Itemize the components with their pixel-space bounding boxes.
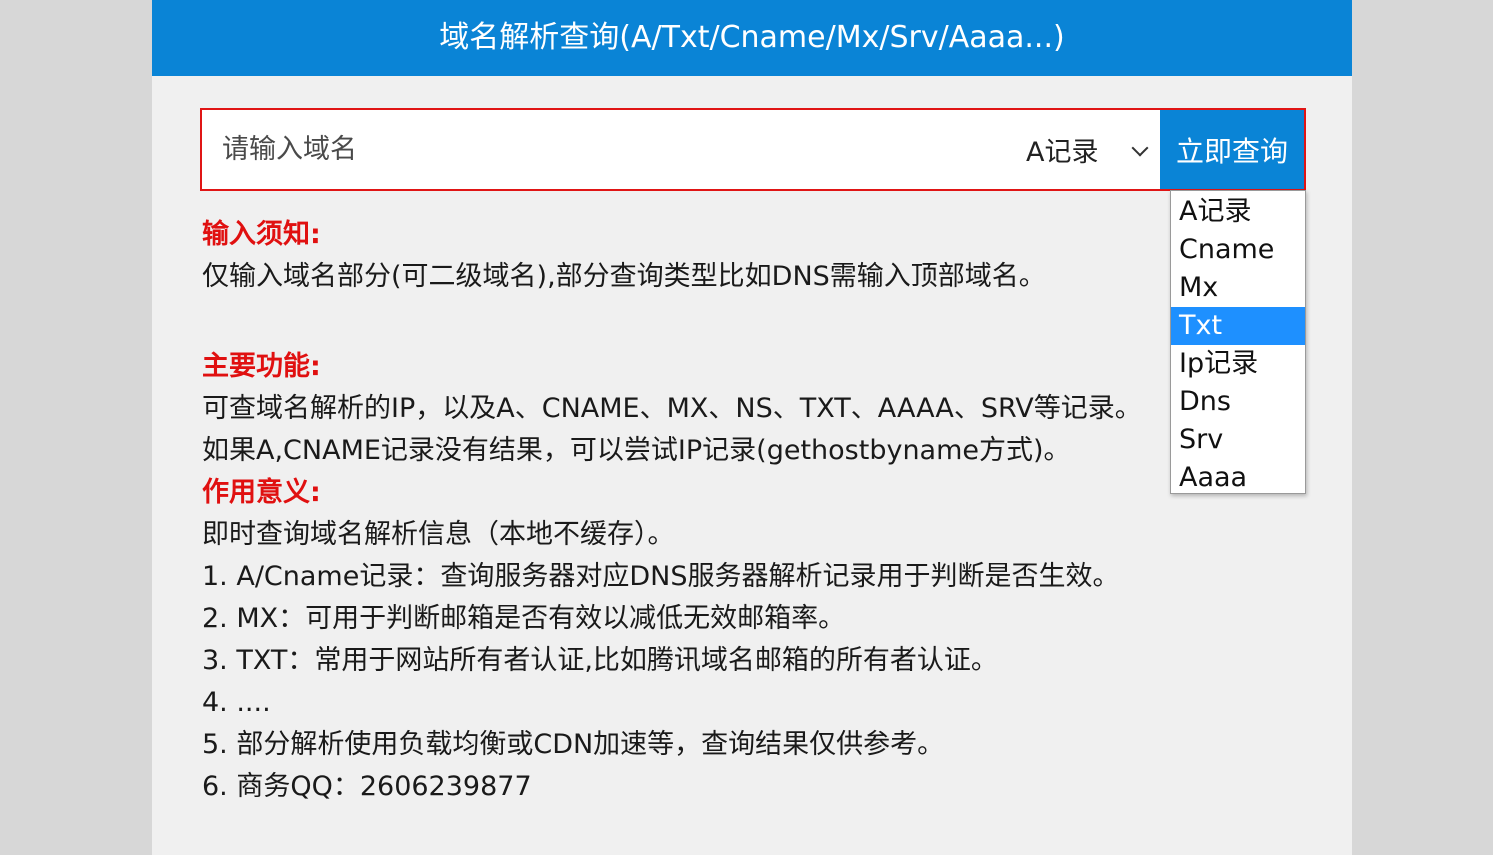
features-line: 如果A,CNAME记录没有结果，可以尝试IP记录(gethostbyname方式…: [202, 435, 1071, 466]
dropdown-option[interactable]: Dns: [1171, 383, 1305, 421]
features-heading: 主要功能:: [202, 351, 321, 382]
chevron-down-icon: [1131, 139, 1149, 157]
purpose-line: 6. 商务QQ：2606239877: [202, 771, 532, 802]
dropdown-option[interactable]: Mx: [1171, 269, 1305, 307]
purpose-line: 5. 部分解析使用负载均衡或CDN加速等，查询结果仅供参考。: [202, 729, 945, 760]
dropdown-option[interactable]: Srv: [1171, 421, 1305, 459]
record-type-value: A记录: [1026, 137, 1099, 168]
notice-text: 仅输入域名部分(可二级域名),部分查询类型比如DNS需输入顶部域名。: [202, 261, 1046, 292]
record-type-dropdown: A记录 Cname Mx Txt Ip记录 Dns Srv Aaaa: [1170, 190, 1306, 494]
dropdown-option-highlighted[interactable]: Txt: [1171, 307, 1305, 345]
query-button[interactable]: 立即查询: [1160, 110, 1304, 189]
dropdown-option[interactable]: Cname: [1171, 231, 1305, 269]
notice-heading: 输入须知:: [202, 219, 321, 250]
purpose-heading: 作用意义:: [202, 477, 321, 508]
features-line: 可查域名解析的IP，以及A、CNAME、MX、NS、TXT、AAAA、SRV等记…: [202, 393, 1142, 424]
purpose-line: 即时查询域名解析信息（本地不缓存）。: [202, 519, 675, 550]
record-type-select[interactable]: A记录: [1012, 110, 1162, 189]
purpose-line: 2. MX：可用于判断邮箱是否有效以减低无效邮箱率。: [202, 603, 846, 634]
purpose-line: 1. A/Cname记录：查询服务器对应DNS服务器解析记录用于判断是否生效。: [202, 561, 1120, 592]
page-title: 域名解析查询(A/Txt/Cname/Mx/Srv/Aaaa...): [152, 0, 1352, 76]
page-container: 域名解析查询(A/Txt/Cname/Mx/Srv/Aaaa...) A记录 立…: [152, 0, 1352, 855]
domain-input[interactable]: [202, 110, 1010, 189]
dropdown-option[interactable]: Ip记录: [1171, 345, 1305, 383]
info-section: 输入须知: 仅输入域名部分(可二级域名),部分查询类型比如DNS需输入顶部域名。…: [202, 214, 1302, 808]
search-form: A记录 立即查询: [200, 108, 1306, 191]
dropdown-option[interactable]: Aaaa: [1171, 459, 1305, 497]
dropdown-option[interactable]: A记录: [1171, 193, 1305, 231]
purpose-line: 4. ....: [202, 687, 271, 718]
purpose-line: 3. TXT：常用于网站所有者认证,比如腾讯域名邮箱的所有者认证。: [202, 645, 998, 676]
